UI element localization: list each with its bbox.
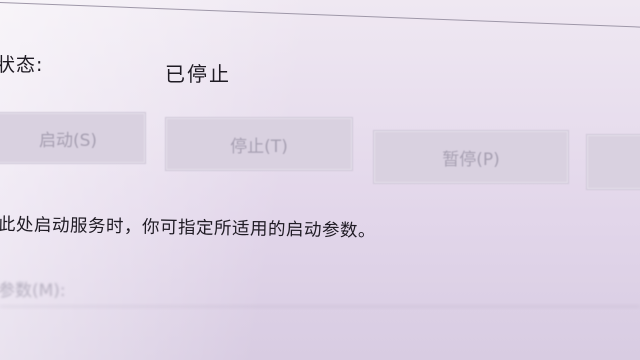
- service-status-value: 已停止: [165, 62, 231, 86]
- top-divider: [0, 2, 640, 68]
- service-status-label: 状态:: [0, 54, 44, 76]
- start-button[interactable]: 启动(S): [0, 112, 146, 164]
- start-parameters-label: 参数(M):: [0, 281, 66, 301]
- stop-button-label: 停止(T): [230, 136, 288, 157]
- pause-button[interactable]: 暂停(P): [373, 130, 569, 184]
- resume-button[interactable]: [586, 134, 640, 190]
- start-parameters-input[interactable]: [0, 306, 640, 337]
- pause-button-label: 暂停(P): [442, 149, 500, 170]
- stop-button[interactable]: 停止(T): [165, 117, 353, 171]
- start-parameters-hint: 此处启动服务时，你可指定所适用的启动参数。: [0, 215, 377, 242]
- start-button-label: 启动(S): [38, 130, 98, 151]
- service-properties-dialog: 状态: 已停止 启动(S) 停止(T) 暂停(P) 此处启动服务时，你可指定所适…: [0, 0, 640, 360]
